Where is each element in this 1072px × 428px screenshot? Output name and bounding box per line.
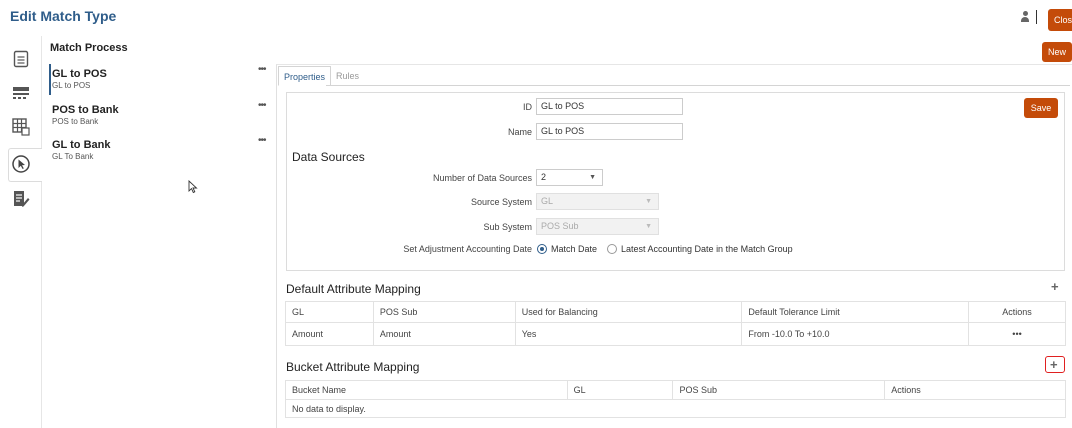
match-process-name: POS to Bank (52, 104, 119, 116)
data-sources-title: Data Sources (292, 150, 365, 164)
empty-message: No data to display. (285, 399, 1066, 418)
match-process-description: POS to Bank (52, 117, 99, 126)
tab-rules[interactable]: Rules (331, 66, 364, 86)
edit-list-icon[interactable] (12, 190, 30, 208)
header-actions (1020, 10, 1037, 24)
selected-indicator (49, 64, 51, 95)
select-value: 2 (541, 172, 547, 182)
column-header: Used for Balancing (514, 301, 743, 323)
id-label: ID (523, 102, 532, 112)
save-button[interactable]: Save (1024, 98, 1058, 118)
tab-bar: Properties Rules (278, 66, 364, 86)
column-header: Bucket Name (285, 380, 568, 400)
default-attribute-mapping-title: Default Attribute Mapping (286, 282, 421, 296)
match-process-name: GL to POS (52, 68, 107, 80)
table-cell: Amount (372, 322, 516, 346)
bucket-attribute-table: Bucket Name GL POS Sub Actions No data t… (285, 380, 1066, 418)
latest-date-radio[interactable] (607, 244, 617, 254)
tab-properties[interactable]: Properties (278, 66, 332, 86)
mouse-cursor-icon (188, 180, 198, 194)
more-actions-icon[interactable]: ••• (258, 64, 266, 75)
user-settings-icon[interactable] (1020, 11, 1030, 23)
table-header-row: GL POS Sub Used for Balancing Default To… (285, 301, 1066, 323)
column-header: Default Tolerance Limit (741, 301, 970, 323)
sub-system-label: Sub System (483, 222, 532, 232)
left-rail (0, 36, 42, 428)
table-cell: From -10.0 To +10.0 (741, 322, 970, 346)
close-button[interactable]: Clos (1048, 9, 1072, 31)
divider (1036, 10, 1037, 24)
match-process-description: GL to POS (52, 81, 91, 90)
match-process-name: GL to Bank (52, 139, 111, 151)
add-icon[interactable]: + (1050, 358, 1058, 371)
name-label: Name (507, 127, 532, 137)
select-value: POS Sub (541, 221, 579, 231)
table-header-row: Bucket Name GL POS Sub Actions (285, 380, 1066, 400)
match-process-item-gl-to-pos[interactable]: GL to POS GL to POS (52, 68, 270, 90)
grid-icon[interactable] (12, 118, 30, 136)
bucket-attribute-mapping-title: Bucket Attribute Mapping (286, 360, 420, 374)
column-header: GL (566, 380, 674, 400)
match-process-item-pos-to-bank[interactable]: POS to Bank POS to Bank (52, 104, 270, 126)
row-actions-icon[interactable]: ••• (968, 322, 1066, 346)
match-date-label: Match Date (551, 244, 598, 254)
chevron-down-icon: ▼ (589, 174, 596, 181)
number-of-data-sources-select[interactable]: 2 ▼ (536, 169, 603, 186)
document-list-icon[interactable] (12, 50, 30, 68)
table-row[interactable]: Amount Amount Yes From -10.0 To +10.0 ••… (285, 322, 1066, 346)
match-process-description: GL To Bank (52, 152, 94, 161)
latest-date-label: Latest Accounting Date in the Match Grou… (621, 244, 793, 254)
match-process-title: Match Process (50, 42, 128, 54)
column-header: GL (285, 301, 374, 323)
chevron-down-icon: ▼ (645, 223, 652, 230)
match-process-item-gl-to-bank[interactable]: GL to Bank GL To Bank (52, 139, 270, 161)
column-header: Actions (884, 380, 1066, 400)
select-value: GL (541, 196, 554, 206)
name-field[interactable]: GL to POS (536, 123, 683, 140)
tab-divider (326, 85, 1070, 86)
source-system-select: GL ▼ (536, 193, 659, 210)
table-cell: Amount (285, 322, 374, 346)
column-header: POS Sub (372, 301, 516, 323)
number-of-data-sources-label: Number of Data Sources (432, 173, 532, 183)
table-cell: Yes (514, 322, 743, 346)
pointer-target-icon[interactable] (12, 155, 30, 173)
source-system-label: Source System (470, 197, 532, 207)
list-panel-icon[interactable] (12, 84, 30, 102)
page-title: Edit Match Type (10, 8, 117, 24)
column-header: POS Sub (672, 380, 886, 400)
chevron-down-icon: ▼ (645, 198, 652, 205)
match-date-radio[interactable] (537, 244, 547, 254)
more-actions-icon[interactable]: ••• (258, 135, 266, 146)
adjustment-date-label: Set Adjustment Accounting Date (403, 244, 532, 254)
id-field[interactable]: GL to POS (536, 98, 683, 115)
add-icon[interactable]: + (1051, 280, 1059, 293)
more-actions-icon[interactable]: ••• (258, 100, 266, 111)
sub-system-select: POS Sub ▼ (536, 218, 659, 235)
new-button[interactable]: New (1042, 42, 1072, 62)
column-header: Actions (968, 301, 1066, 323)
table-row: No data to display. (285, 399, 1066, 418)
default-attribute-table: GL POS Sub Used for Balancing Default To… (285, 301, 1066, 346)
